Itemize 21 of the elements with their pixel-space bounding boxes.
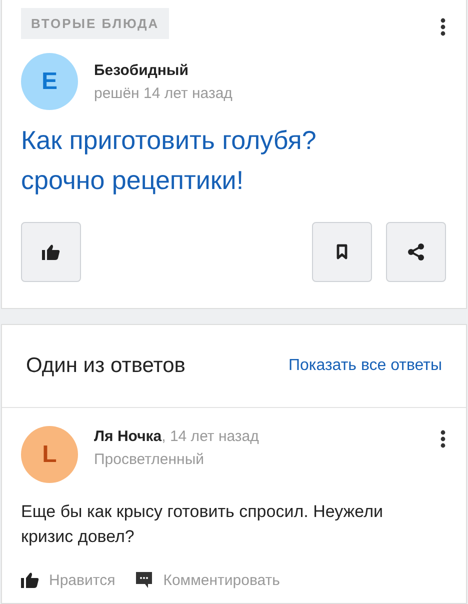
author-name[interactable]: Безобидный — [94, 62, 232, 78]
answer-text: Еще бы как крысу готовить спросил. Неужели кризис довел? — [21, 501, 384, 548]
avatar: L — [21, 426, 78, 483]
question-title: Как приготовить голубя? срочно рецептики! — [21, 124, 318, 197]
author-name[interactable]: Ля Ночка — [94, 428, 162, 444]
bookmark-button[interactable] — [312, 222, 372, 282]
thumbs-up-icon — [42, 244, 60, 260]
answer-time: , 14 лет назад — [162, 428, 259, 444]
comment-icon — [135, 571, 154, 589]
more-menu-icon[interactable] — [440, 18, 446, 36]
avatar: Е — [21, 53, 78, 110]
author-rank: Просветленный — [94, 450, 205, 468]
more-menu-icon[interactable] — [440, 430, 446, 448]
bookmark-icon — [336, 244, 348, 260]
like-button[interactable] — [21, 222, 81, 282]
question-status: решён 14 лет назад — [94, 84, 232, 102]
share-button[interactable] — [386, 222, 446, 282]
share-icon — [407, 243, 425, 261]
thumbs-up-icon — [21, 572, 39, 588]
section-title: Один из ответов — [26, 354, 186, 378]
show-all-answers-link[interactable]: Показать все ответы — [288, 357, 442, 375]
